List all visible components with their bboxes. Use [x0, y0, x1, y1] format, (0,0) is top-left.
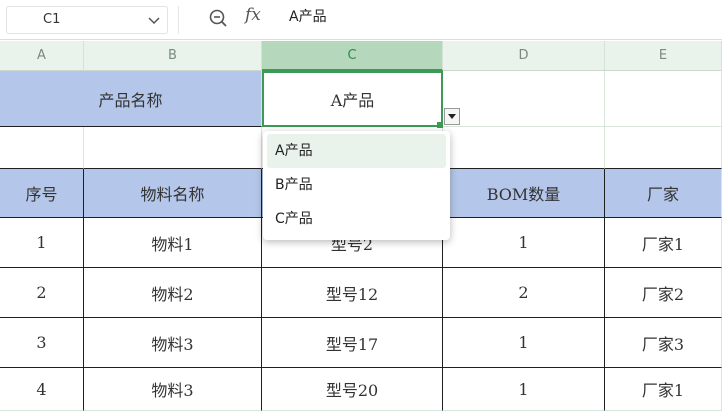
- table-cell[interactable]: 1: [443, 218, 605, 268]
- table-cell[interactable]: 2: [443, 268, 605, 318]
- table-header-cell[interactable]: 序号: [0, 169, 84, 218]
- name-box-value: C1: [43, 12, 61, 27]
- table-cell[interactable]: 物料2: [84, 268, 262, 318]
- table-cell[interactable]: 型号20: [262, 368, 443, 411]
- table-cell[interactable]: 型号17: [262, 318, 443, 368]
- table-cell[interactable]: 厂家2: [605, 268, 722, 318]
- table-cell[interactable]: 4: [0, 368, 84, 411]
- formula-bar: C1 fx A产品: [0, 0, 722, 40]
- table-cell[interactable]: 2: [0, 268, 84, 318]
- column-header-a[interactable]: A: [0, 41, 84, 71]
- table-cell[interactable]: 厂家1: [605, 368, 722, 411]
- cell-e1[interactable]: [605, 71, 722, 127]
- active-cell-value: A产品: [330, 91, 375, 110]
- dropdown-option-c[interactable]: C产品: [267, 202, 446, 236]
- table-cell[interactable]: 物料1: [84, 218, 262, 268]
- table-cell[interactable]: 物料3: [84, 368, 262, 411]
- table-header-cell[interactable]: BOM数量: [443, 169, 605, 218]
- table-cell[interactable]: 物料3: [84, 318, 262, 368]
- fx-icon[interactable]: fx: [245, 5, 261, 25]
- table-cell[interactable]: 1: [443, 318, 605, 368]
- table-cell[interactable]: 1: [443, 368, 605, 411]
- table-cell[interactable]: 厂家1: [605, 218, 722, 268]
- dropdown-arrow-button[interactable]: [444, 108, 460, 125]
- validation-dropdown-list: A产品 B产品 C产品: [263, 131, 450, 240]
- table-header-cell[interactable]: 物料名称: [84, 169, 262, 218]
- table-cell[interactable]: 3: [0, 318, 84, 368]
- cell-b2[interactable]: [84, 127, 262, 169]
- column-header-c[interactable]: C: [262, 41, 443, 71]
- fill-handle[interactable]: [437, 122, 443, 128]
- chevron-down-icon[interactable]: [147, 15, 161, 27]
- dropdown-option-a[interactable]: A产品: [267, 134, 446, 168]
- cell-d1[interactable]: [443, 71, 605, 127]
- table-header-cell[interactable]: 厂家: [605, 169, 722, 218]
- cell-a2[interactable]: [0, 127, 84, 169]
- product-label-cell[interactable]: 产品名称: [0, 71, 262, 127]
- zoom-out-icon[interactable]: [207, 7, 229, 29]
- column-headers: A B C D E: [0, 41, 722, 71]
- formula-input[interactable]: A产品: [289, 6, 327, 26]
- cell-d2[interactable]: [443, 127, 605, 169]
- cell-e2[interactable]: [605, 127, 722, 169]
- table-cell[interactable]: 1: [0, 218, 84, 268]
- column-header-d[interactable]: D: [443, 41, 605, 71]
- table-cell[interactable]: 厂家3: [605, 318, 722, 368]
- column-header-b[interactable]: B: [84, 41, 262, 71]
- column-header-e[interactable]: E: [605, 41, 722, 71]
- formula-bar-separator: [178, 6, 179, 34]
- dropdown-option-b[interactable]: B产品: [267, 168, 446, 202]
- name-box[interactable]: C1: [6, 6, 168, 34]
- active-cell-c1[interactable]: A产品: [262, 71, 443, 127]
- table-cell[interactable]: 型号12: [262, 268, 443, 318]
